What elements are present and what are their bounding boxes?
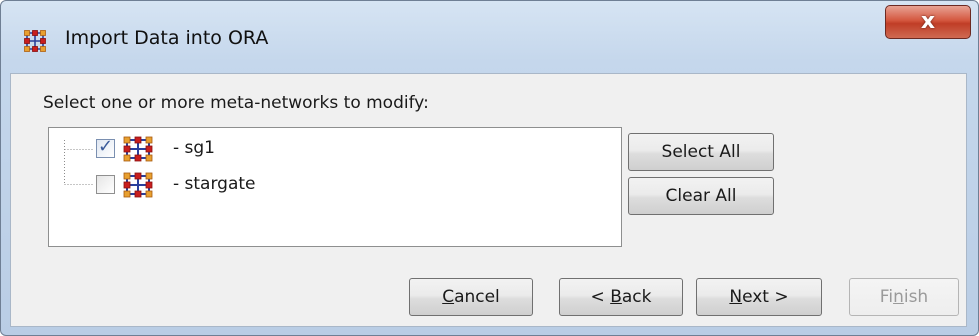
finish-label-prefix: Fi	[879, 287, 894, 307]
meta-network-icon	[123, 136, 173, 162]
tree-item-sg1[interactable]: ✓ - sg1	[49, 136, 609, 162]
next-button[interactable]: Next >	[696, 278, 822, 316]
cancel-mnemonic: C	[442, 287, 455, 307]
title-bar[interactable]: Import Data into ORA x	[1, 1, 978, 71]
cancel-label-rest: ancel	[454, 287, 500, 307]
checkmark-icon: ✓	[98, 136, 114, 157]
cancel-button[interactable]: Cancel	[409, 278, 533, 316]
back-label-prefix: <	[590, 287, 611, 307]
dialog-content: Select one or more meta-networks to modi…	[10, 73, 967, 327]
finish-button: Finish	[849, 278, 959, 316]
meta-network-tree[interactable]: ✓ - sg1 - stargate	[48, 127, 622, 247]
ora-network-icon	[23, 29, 47, 53]
select-all-button[interactable]: Select All	[628, 133, 774, 171]
instruction-label: Select one or more meta-networks to modi…	[43, 93, 429, 113]
back-label-rest: ack	[621, 287, 652, 307]
next-mnemonic: N	[729, 287, 743, 307]
back-mnemonic: B	[610, 287, 622, 307]
tree-item-stargate[interactable]: - stargate	[49, 172, 609, 198]
close-icon: x	[920, 9, 936, 34]
tree-item-label: - sg1	[173, 138, 216, 158]
window-title: Import Data into ORA	[65, 27, 269, 49]
meta-network-icon	[123, 172, 173, 198]
tree-item-label: - stargate	[173, 174, 256, 194]
dialog-window: Import Data into ORA x Select one or mor…	[0, 0, 979, 336]
finish-label-rest: ish	[903, 287, 929, 307]
close-button[interactable]: x	[885, 5, 971, 39]
next-label-rest: ext >	[742, 287, 789, 307]
back-button[interactable]: < Back	[559, 278, 683, 316]
finish-mnemonic: n	[893, 287, 904, 307]
clear-all-button[interactable]: Clear All	[628, 177, 774, 215]
sg1-checkbox[interactable]: ✓	[96, 136, 115, 158]
stargate-checkbox[interactable]	[96, 175, 115, 194]
